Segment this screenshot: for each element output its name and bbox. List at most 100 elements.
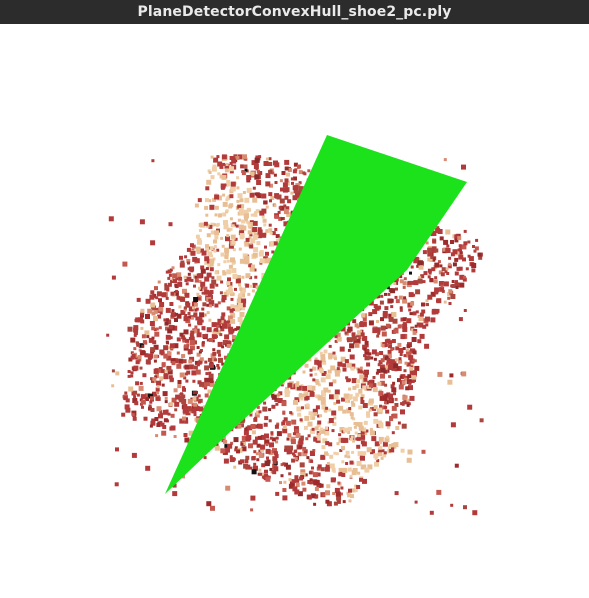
point <box>249 192 255 198</box>
scene-canvas[interactable] <box>0 24 589 598</box>
point <box>343 427 349 433</box>
point <box>395 426 400 430</box>
point <box>251 430 256 435</box>
point <box>214 358 218 362</box>
point <box>333 402 337 405</box>
point <box>368 352 372 356</box>
point <box>364 467 370 473</box>
point <box>448 256 452 260</box>
window-title: PlaneDetectorConvexHull_shoe2_pc.ply <box>137 4 452 20</box>
point <box>230 186 236 192</box>
point <box>371 349 377 355</box>
point <box>216 324 220 328</box>
point <box>250 238 256 244</box>
point <box>159 412 163 416</box>
point <box>398 357 402 361</box>
point <box>409 395 415 401</box>
point <box>173 279 177 284</box>
point <box>406 457 412 463</box>
point <box>140 394 146 400</box>
point <box>141 344 145 348</box>
point <box>357 434 361 438</box>
point <box>402 298 408 304</box>
point <box>124 391 128 395</box>
point <box>457 248 461 252</box>
point <box>245 220 249 224</box>
3d-viewport[interactable] <box>0 24 589 598</box>
point <box>348 488 352 493</box>
point <box>282 182 288 188</box>
point <box>440 284 444 288</box>
point <box>209 246 214 251</box>
point <box>137 355 142 359</box>
point <box>351 470 357 476</box>
point <box>253 462 257 466</box>
point <box>177 281 183 287</box>
point <box>171 309 175 313</box>
point <box>296 406 302 412</box>
point <box>255 437 258 441</box>
point <box>197 198 202 203</box>
point <box>342 467 348 473</box>
point <box>347 455 351 459</box>
point <box>274 214 279 219</box>
point <box>169 343 175 349</box>
point <box>143 416 148 421</box>
point <box>380 294 384 298</box>
point <box>258 410 262 414</box>
point <box>168 324 173 329</box>
point <box>247 223 251 227</box>
point <box>347 467 352 472</box>
point <box>390 305 394 309</box>
point <box>197 286 201 290</box>
point <box>175 394 181 400</box>
point <box>356 436 361 441</box>
point <box>165 307 171 313</box>
point <box>284 448 287 452</box>
point <box>349 343 355 349</box>
point <box>290 177 294 181</box>
point <box>354 431 358 435</box>
point <box>310 413 314 417</box>
window-titlebar[interactable]: PlaneDetectorConvexHull_shoe2_pc.ply <box>0 0 589 24</box>
point <box>241 219 246 224</box>
point <box>234 448 238 452</box>
point <box>198 222 203 227</box>
point <box>184 279 188 282</box>
point <box>217 366 221 370</box>
point <box>308 471 312 475</box>
point <box>384 401 387 405</box>
point <box>158 298 162 303</box>
point <box>356 485 361 489</box>
point <box>223 458 229 464</box>
point <box>392 318 398 324</box>
point <box>382 441 388 447</box>
point <box>214 230 220 236</box>
point <box>184 255 188 259</box>
point <box>265 157 269 161</box>
point <box>150 302 156 308</box>
point <box>265 443 269 447</box>
point <box>135 360 140 365</box>
point <box>282 428 288 434</box>
point <box>188 364 194 370</box>
point <box>190 250 196 256</box>
point <box>384 292 387 296</box>
point <box>362 403 368 408</box>
point <box>458 254 464 260</box>
point <box>150 396 154 401</box>
point <box>228 204 233 209</box>
point <box>397 324 402 329</box>
point <box>250 508 254 512</box>
point <box>391 431 395 435</box>
point <box>256 241 261 246</box>
point <box>274 454 279 458</box>
point <box>186 247 191 252</box>
point <box>273 241 278 246</box>
point <box>409 271 412 275</box>
point <box>368 379 373 384</box>
point <box>138 385 144 391</box>
point <box>128 386 134 392</box>
point <box>165 340 169 344</box>
point <box>181 354 186 358</box>
